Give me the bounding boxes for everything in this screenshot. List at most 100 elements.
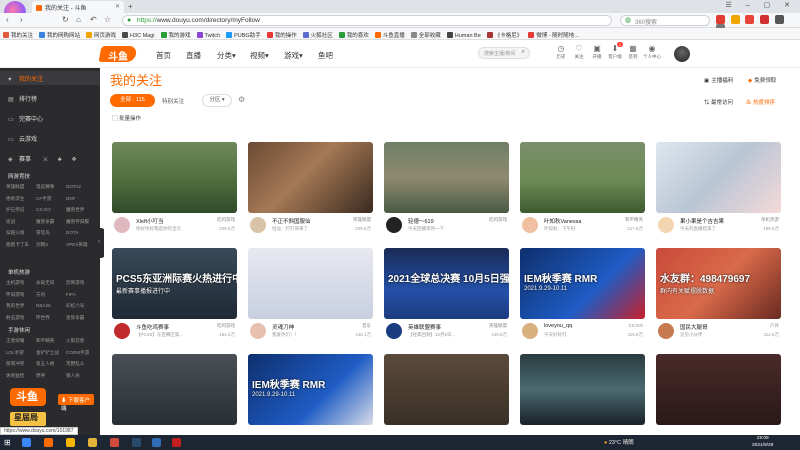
bookmark-item[interactable]: PUBG助手	[223, 28, 264, 39]
new-tab-icon[interactable]: +	[128, 2, 133, 11]
sidebar-category-link[interactable]: 英雄联盟	[6, 182, 36, 192]
sidebar-item-match-center[interactable]: ▭ 完赛中心	[8, 114, 43, 123]
sidebar-category-link[interactable]: 部落冲突	[6, 359, 36, 369]
avatar[interactable]	[386, 323, 402, 339]
avatar[interactable]	[522, 323, 538, 339]
sidebar-section-title[interactable]: 网游竞技	[8, 172, 30, 180]
filter-all[interactable]: 全部 · 115	[110, 94, 155, 107]
nav-game[interactable]: 游戏▾	[284, 50, 303, 61]
streamer-name[interactable]: 国民大腿哥	[680, 323, 750, 331]
bookmark-item[interactable]: 《卡格尼》	[484, 28, 526, 39]
bookmark-item[interactable]: 微博 - 随时随地...	[525, 28, 581, 39]
avatar[interactable]	[658, 217, 674, 233]
url-bar[interactable]: ● https://www.douyu.com/directory/myFoll…	[122, 15, 612, 26]
bookmark-item[interactable]: 我的关注	[0, 28, 36, 39]
filter-special[interactable]: 特别关注	[162, 97, 184, 105]
favorite-star-icon[interactable]: ☆	[104, 15, 111, 24]
category-icon[interactable]: ⚔	[43, 157, 48, 163]
bookmark-item[interactable]: 我的网购网站	[36, 28, 83, 39]
sidebar-section-title[interactable]: 单机热游	[8, 268, 30, 276]
avatar[interactable]	[250, 323, 266, 339]
sidebar-category-link[interactable]: DOTA2	[66, 182, 96, 192]
stream-card[interactable]	[384, 354, 509, 425]
extension-icon[interactable]	[760, 15, 770, 24]
stream-card[interactable]: 轻德～619 吃鸡游戏 今天回播等待一下	[384, 142, 509, 239]
sidebar-promo-logo[interactable]: 斗鱼 星届局	[4, 388, 52, 428]
streamer-name[interactable]: Xleft小叮当	[136, 217, 206, 225]
stream-thumbnail[interactable]	[248, 142, 373, 213]
free-claim-link[interactable]: ◆ 免费领取	[748, 76, 776, 84]
sidebar-category-link[interactable]: FIFA	[66, 290, 96, 300]
sidebar-category-link[interactable]: 狼人杀	[66, 371, 96, 381]
bookmark-item[interactable]: 斗鱼直播	[372, 28, 408, 39]
sidebar-category-link[interactable]: 原神	[36, 371, 66, 381]
sidebar-category-link[interactable]: 魔兽争霸	[36, 217, 66, 227]
sidebar-category-link[interactable]: APEX英雄	[66, 240, 96, 250]
stream-card[interactable]: 不正不斜国服仙 英雄联盟 恒仙：钉钉哥来了 229.6万	[248, 142, 373, 239]
bookmark-item[interactable]: 我的游戏	[158, 28, 194, 39]
sidebar-category-link[interactable]: 环世界	[36, 313, 66, 323]
streamer-name[interactable]: 叶知秋Vanessa	[544, 217, 614, 225]
stream-card[interactable]: Xleft小叮当 吃鸡游戏 你好你好我是你的宝贝 229.5万	[112, 142, 237, 239]
browser-tab[interactable]: 我的关注 - 斗鱼 ✕	[32, 1, 124, 13]
home-icon[interactable]: ⌂	[76, 15, 81, 24]
filter-zone-dropdown[interactable]: 分区 ▾	[202, 94, 232, 107]
stream-thumbnail[interactable]	[656, 142, 781, 213]
sidebar-category-link[interactable]: 和平精英	[36, 336, 66, 346]
avatar[interactable]	[114, 323, 130, 339]
nav-category[interactable]: 分类▾	[217, 50, 236, 61]
download-client-button[interactable]: ⬇ 下载客户端	[58, 394, 94, 412]
sidebar-category-link[interactable]: 主机游戏	[6, 278, 36, 288]
sidebar-category-link[interactable]: 魔兽怀旧服	[66, 217, 96, 227]
stream-card[interactable]: 叶知秋Vanessa 和平精英 叶知秋：下午好 217.8万	[520, 142, 645, 239]
stream-card[interactable]: 灵魂刀神 音乐 我爱你们！！ 145.1万	[248, 248, 373, 345]
nav-live[interactable]: 直播	[186, 50, 201, 61]
stream-thumbnail[interactable]: IEM秋季赛 RMR 2021.9.29-10.11	[520, 248, 645, 319]
stream-thumbnail[interactable]	[384, 142, 509, 213]
sidebar-category-link[interactable]: 射击游戏	[6, 313, 36, 323]
sidebar-category-link[interactable]: 炉石传说	[6, 205, 36, 215]
sidebar-category-link[interactable]: 逆战	[6, 217, 36, 227]
steam-icon[interactable]	[132, 438, 141, 447]
bookmark-item[interactable]: Human Be	[444, 29, 484, 39]
app-icon[interactable]	[172, 438, 181, 447]
history-button[interactable]: ◷ 历史	[551, 44, 571, 60]
stream-card[interactable]: 果小果是个吉吉果 单机热游 今天的直播结束了 198.6万	[656, 142, 781, 239]
stream-card[interactable]	[112, 354, 237, 425]
stream-card[interactable]: IEM秋季赛 RMR 2021.9.29-10.11	[248, 354, 373, 425]
stream-thumbnail[interactable]	[520, 354, 645, 425]
sidebar-category-link[interactable]: 永劫无间	[36, 278, 66, 288]
avatar[interactable]	[658, 323, 674, 339]
app-icon[interactable]	[110, 438, 119, 447]
stream-thumbnail[interactable]	[384, 354, 509, 425]
forward-icon[interactable]: ›	[20, 15, 23, 24]
sidebar-category-link[interactable]: 金铲铲之战	[36, 348, 66, 358]
bookmark-item[interactable]: 网页游戏	[83, 28, 119, 39]
sidebar-category-link[interactable]: 穿越火线	[6, 228, 36, 238]
streamer-benefits-link[interactable]: ▣ 主播福利	[704, 76, 733, 84]
sidebar-category-link[interactable]: LOL手游	[6, 348, 36, 358]
extension-icon[interactable]	[730, 15, 740, 24]
app-icon[interactable]	[44, 438, 53, 447]
avatar[interactable]	[250, 217, 266, 233]
stream-card[interactable]: PCS5东亚洲际赛火热进行中 最新赛事播报进行中 斗鱼吃鸡赛事 吃鸡游戏 【PCS5】东…	[112, 248, 237, 345]
clock[interactable]: 19:09 2021/9/29	[752, 436, 773, 449]
sidebar-category-link[interactable]: 第五人格	[36, 359, 66, 369]
bookmark-item[interactable]: Twitch	[194, 29, 224, 39]
sidebar-category-link[interactable]: 星际争霸	[66, 313, 96, 323]
browser-search-input[interactable]: ◍ 360搜索	[620, 15, 710, 26]
bookmark-item[interactable]: 我的喜欢	[336, 28, 372, 39]
avatar[interactable]	[522, 217, 538, 233]
nav-home[interactable]: 首页	[156, 50, 171, 61]
app-icon[interactable]	[152, 438, 161, 447]
stream-thumbnail[interactable]	[248, 248, 373, 319]
sidebar-category-link[interactable]: 我的世界	[6, 301, 36, 311]
search-icon[interactable]	[22, 438, 31, 447]
checkin-button[interactable]: ▦ 签到	[623, 44, 643, 60]
sidebar-category-link[interactable]: 绝地求生	[6, 194, 36, 204]
stream-card[interactable]: 水友群：498479697 群内有关赋摆脱数据 国民大腿哥 户外 见见小伙伴 112.6万	[656, 248, 781, 345]
weather-tray[interactable]: ● 23°C 晴朗	[604, 438, 634, 446]
sidebar-category-link[interactable]: 休闲益智	[6, 371, 36, 381]
site-search-input[interactable]: 搜索主播/房间 ⌕	[478, 47, 530, 59]
extension-icon[interactable]	[745, 15, 755, 24]
